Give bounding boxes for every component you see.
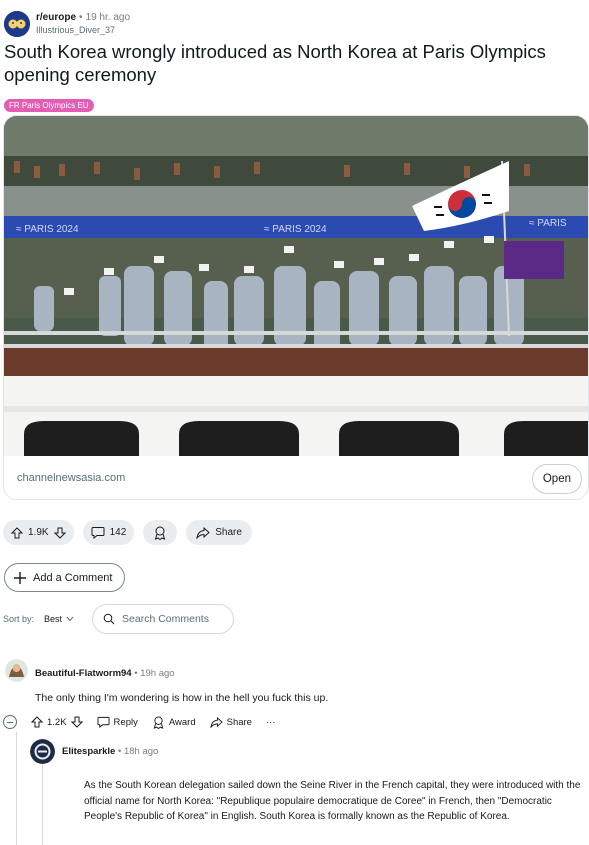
link-card-footer: channelnewsasia.com Open: [4, 456, 588, 499]
share-icon: [210, 716, 223, 728]
add-comment-button[interactable]: Add a Comment: [4, 563, 126, 592]
comment-author-name[interactable]: Beautiful-Flatworm94: [35, 668, 132, 679]
comment-vote: 1.2K: [31, 716, 83, 728]
meta-separator: •: [79, 12, 83, 23]
comment-author[interactable]: Elitesparkle • 18h ago: [62, 746, 158, 757]
reply-label: Reply: [113, 716, 138, 728]
svg-text:≈ PARIS 2024: ≈ PARIS 2024: [264, 224, 327, 235]
comment-separator: •: [117, 746, 122, 757]
share-label: Share: [215, 527, 242, 538]
more-options-button[interactable]: ···: [266, 717, 276, 728]
comment-action-bar: 1.2K Reply Award Share ···: [3, 713, 289, 731]
olympics-boat-photo: ≈ PARIS 2024 ≈ PARIS 2024 ≈ PARIS: [4, 116, 588, 456]
post-meta: r/europe • 19 hr. ago Illustrious_Diver_37: [36, 12, 130, 36]
sort-dropdown[interactable]: Best: [44, 614, 62, 624]
comment-author[interactable]: Beautiful-Flatworm94 • 19h ago: [35, 668, 175, 679]
link-domain[interactable]: channelnewsasia.com: [17, 472, 125, 484]
comment-separator: •: [134, 668, 138, 679]
add-comment-label: Add a Comment: [33, 571, 113, 584]
comment-time: 18h ago: [123, 746, 159, 757]
post-time: 19 hr. ago: [85, 12, 131, 23]
upvote-icon[interactable]: [11, 526, 23, 539]
collapse-thread-button[interactable]: [3, 715, 17, 729]
vote-pill: 1.9K: [3, 520, 74, 545]
comment-icon: [97, 716, 110, 728]
subreddit-avatar[interactable]: [4, 11, 30, 37]
post-meta-top: r/europe • 19 hr. ago: [36, 12, 130, 24]
comment-sort-row: Sort by: Best Search Comments: [3, 604, 235, 634]
post-image[interactable]: ≈ PARIS 2024 ≈ PARIS 2024 ≈ PARIS: [4, 116, 588, 456]
comment-award-button[interactable]: Award: [152, 715, 196, 729]
award-label: Award: [168, 716, 196, 728]
more-icon: ···: [265, 716, 276, 728]
reply-thread-line[interactable]: [42, 765, 43, 845]
comments-button[interactable]: 142: [82, 520, 135, 545]
comment-body: As the South Korean delegation sailed do…: [84, 780, 581, 822]
user-avatar[interactable]: [30, 739, 55, 764]
search-comments-input[interactable]: Search Comments: [92, 604, 235, 634]
upvote-icon[interactable]: [31, 716, 43, 728]
user-avatar[interactable]: [5, 659, 28, 682]
post-header: r/europe • 19 hr. ago Illustrious_Diver_37: [4, 8, 130, 40]
post-title[interactable]: South Korea wrongly introduced as North …: [4, 40, 584, 86]
subreddit-icon: [4, 11, 30, 37]
post-author[interactable]: Illustrious_Diver_37: [36, 24, 130, 36]
post-vote-count: 1.9K: [28, 527, 49, 538]
subreddit-name[interactable]: r/europe: [36, 12, 76, 23]
share-icon: [196, 526, 211, 539]
svg-text:≈ PARIS: ≈ PARIS: [529, 218, 567, 229]
downvote-icon[interactable]: [53, 527, 66, 539]
comment-share-button[interactable]: Share: [210, 716, 252, 728]
comment-share-label: Share: [226, 716, 252, 728]
open-link-button[interactable]: Open: [531, 464, 582, 494]
reply-button[interactable]: Reply: [97, 716, 138, 728]
comment-icon: [91, 527, 105, 539]
comment-author-name[interactable]: Elitesparkle: [62, 746, 115, 757]
share-button[interactable]: Share: [186, 520, 252, 545]
search-icon: [103, 613, 115, 625]
link-preview-card[interactable]: ≈ PARIS 2024 ≈ PARIS 2024 ≈ PARIS channe…: [3, 115, 589, 500]
chevron-down-icon[interactable]: [66, 616, 74, 622]
plus-icon: [14, 571, 26, 584]
thread-line[interactable]: [16, 732, 17, 845]
award-button[interactable]: [143, 520, 178, 545]
comment-count: 142: [109, 527, 127, 538]
comment-vote-count: 1.2K: [47, 716, 67, 728]
svg-text:≈ PARIS 2024: ≈ PARIS 2024: [16, 224, 79, 235]
post-flair[interactable]: FR Paris Olympics EU: [4, 99, 94, 112]
award-icon: [154, 526, 166, 540]
award-icon: [153, 715, 164, 729]
sort-label: Sort by:: [3, 614, 35, 624]
search-placeholder: Search Comments: [122, 613, 209, 625]
downvote-icon[interactable]: [70, 716, 83, 728]
post-action-bar: 1.9K 142 Share: [3, 520, 252, 545]
comment-body: The only thing I'm wondering is how in t…: [35, 692, 329, 704]
comment-time: 19h ago: [140, 668, 175, 679]
